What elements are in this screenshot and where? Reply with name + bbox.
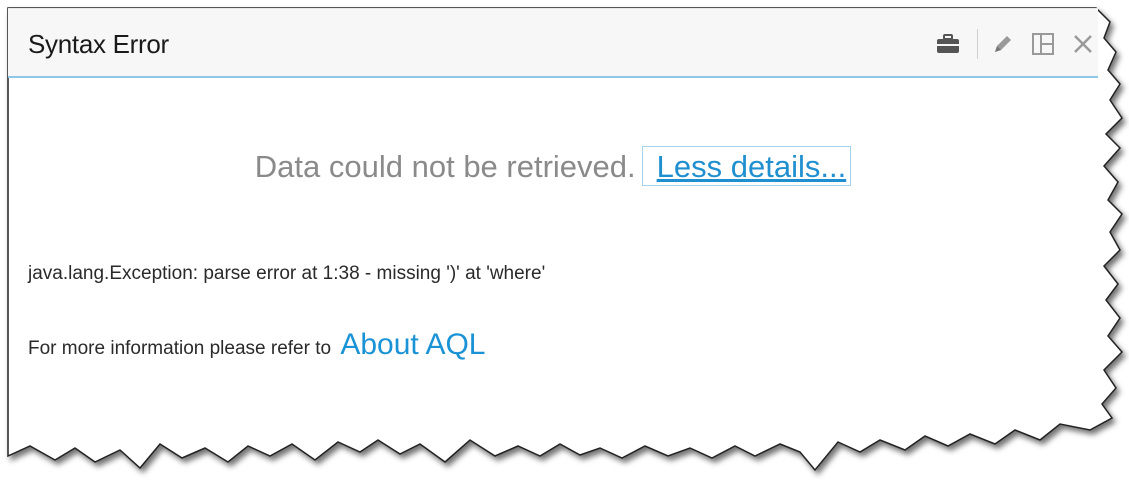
titlebar-tools bbox=[923, 29, 1098, 59]
more-info-prefix: For more information please refer to bbox=[28, 338, 332, 359]
briefcase-icon[interactable] bbox=[933, 29, 963, 59]
exception-text: java.lang.Exception: parse error at 1:38… bbox=[28, 263, 546, 284]
error-message-row: Data could not be retrieved. Less details… bbox=[8, 146, 1098, 186]
panel-title: Syntax Error bbox=[28, 29, 169, 59]
pencil-icon[interactable] bbox=[988, 29, 1018, 59]
panel-titlebar: Syntax Error bbox=[8, 8, 1098, 78]
error-panel: Syntax Error Data could not be retrieved… bbox=[8, 8, 1098, 448]
close-icon[interactable] bbox=[1068, 29, 1098, 59]
panel-body: Data could not be retrieved. Less details… bbox=[8, 80, 1098, 450]
about-aql-link[interactable]: About AQL bbox=[340, 328, 485, 361]
more-info-row: For more information please refer to Abo… bbox=[28, 328, 485, 362]
layout-icon[interactable] bbox=[1028, 29, 1058, 59]
less-details-link[interactable]: Less details... bbox=[641, 146, 852, 186]
toolbar-divider bbox=[977, 29, 978, 59]
screenshot-stage: Syntax Error Data could not be retrieved… bbox=[0, 0, 1129, 488]
error-message: Data could not be retrieved. bbox=[254, 149, 636, 184]
